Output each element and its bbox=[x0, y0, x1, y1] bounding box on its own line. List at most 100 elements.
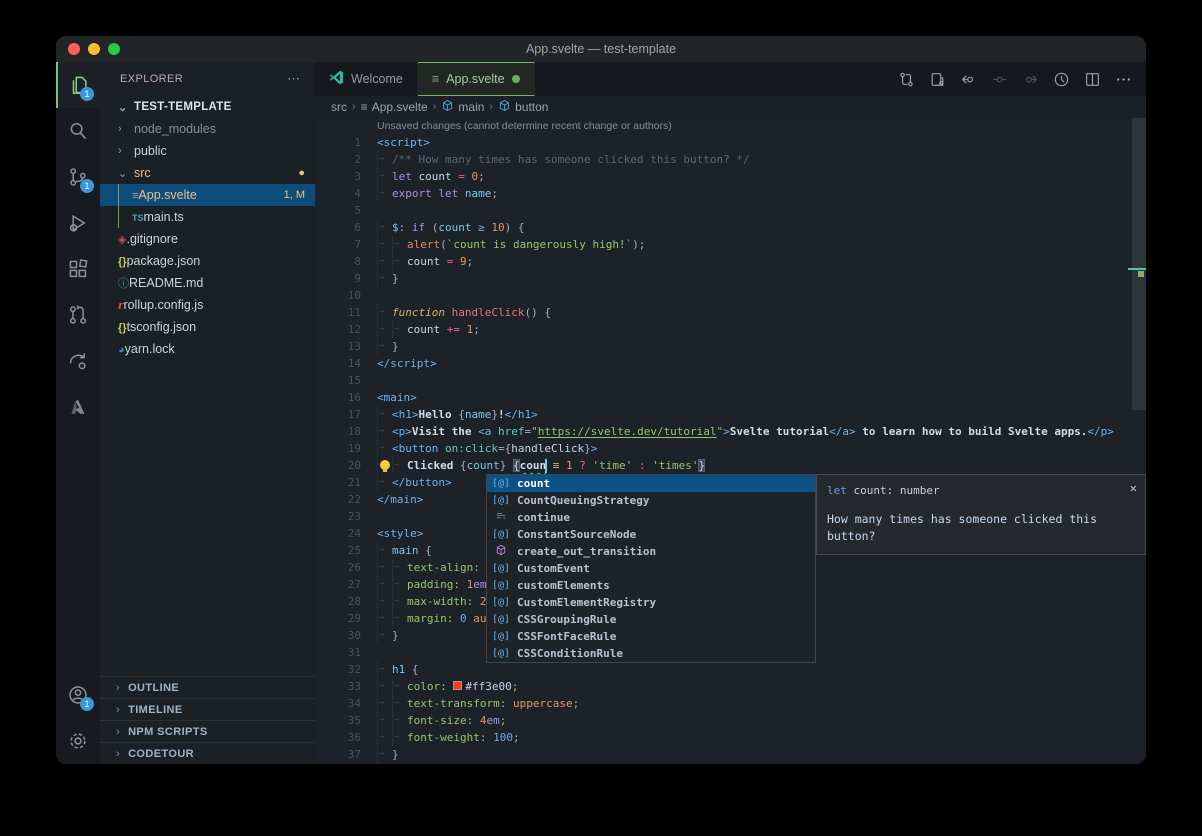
run-debug-icon[interactable] bbox=[56, 200, 100, 246]
code-line-10[interactable]: 10 bbox=[315, 287, 1146, 304]
editor-scrollbar[interactable] bbox=[1132, 118, 1146, 410]
token: Clicked bbox=[407, 459, 460, 472]
token: ; bbox=[478, 170, 485, 183]
code-line-7[interactable]: 7→→alert(`count is dangerously high!`); bbox=[315, 236, 1146, 253]
suggestion-customelements[interactable]: [@]customElements bbox=[487, 577, 815, 594]
source-control-icon[interactable]: 1 bbox=[56, 154, 100, 200]
suggestion-constantsourcenode[interactable]: [@]ConstantSourceNode bbox=[487, 526, 815, 543]
live-share-icon[interactable] bbox=[56, 338, 100, 384]
account-icon[interactable]: 1 bbox=[56, 672, 100, 718]
timeline-icon[interactable] bbox=[1050, 68, 1072, 90]
activity-badge: 1 bbox=[80, 87, 94, 101]
close-icon[interactable]: ✕ bbox=[1130, 480, 1137, 497]
title-bar[interactable]: App.svelte — test-template bbox=[56, 36, 1146, 62]
settings-icon[interactable] bbox=[56, 718, 100, 764]
codelens-annotation[interactable]: Unsaved changes (cannot determine recent… bbox=[315, 118, 1146, 134]
code-line-18[interactable]: 18→<p>Visit the <a href="https://svelte.… bbox=[315, 423, 1146, 440]
pull-requests-icon[interactable] bbox=[56, 292, 100, 338]
token: ; bbox=[512, 680, 519, 693]
code-line-15[interactable]: 15 bbox=[315, 372, 1146, 389]
code-line-3[interactable]: 3→let count = 0; bbox=[315, 168, 1146, 185]
code-line-36[interactable]: 36→→font-weight: 100; bbox=[315, 729, 1146, 746]
code-line-33[interactable]: 33→→color: #ff3e00; bbox=[315, 678, 1146, 695]
more-actions-icon[interactable] bbox=[1112, 68, 1134, 90]
tree-item--gitignore[interactable]: ◈.gitignore bbox=[100, 228, 315, 250]
extensions-icon[interactable] bbox=[56, 246, 100, 292]
tree-item-app-svelte[interactable]: ≡App.svelte1, M bbox=[100, 184, 315, 206]
line-number: 19 bbox=[315, 440, 361, 457]
breadcrumb[interactable]: src›≡App.svelte›main›button bbox=[315, 96, 1146, 118]
suggestion-continue[interactable]: continue bbox=[487, 509, 815, 526]
tab-welcome[interactable]: Welcome bbox=[315, 62, 418, 96]
code-line-8[interactable]: 8→→count = 9; bbox=[315, 253, 1146, 270]
tree-item-src[interactable]: ⌄src● bbox=[100, 162, 315, 184]
code-line-37[interactable]: 37→} bbox=[315, 746, 1146, 763]
lightbulb-quickfix-icon[interactable] bbox=[380, 460, 390, 470]
code-line-1[interactable]: 1<script> bbox=[315, 134, 1146, 151]
code-line-20[interactable]: 20→→Clicked {count} {coun ≡ 1 ? 'time' :… bbox=[315, 457, 1146, 474]
code-line-2[interactable]: 2→/** How many times has someone clicked… bbox=[315, 151, 1146, 168]
explorer-icon[interactable]: 1 bbox=[56, 62, 100, 108]
tree-item-package-json[interactable]: {}package.json bbox=[100, 250, 315, 272]
indent-guide: → bbox=[377, 440, 392, 457]
sidebar-panel-codetour[interactable]: ›CODETOUR bbox=[100, 742, 315, 764]
indent-guide: → bbox=[377, 576, 392, 593]
breadcrumb-item-src[interactable]: src bbox=[331, 100, 347, 114]
suggestion-customevent[interactable]: [@]CustomEvent bbox=[487, 560, 815, 577]
split-editor-icon[interactable] bbox=[1081, 68, 1103, 90]
suggest-description: How many times has someone clicked this … bbox=[827, 511, 1135, 545]
breadcrumb-item-app-svelte[interactable]: ≡App.svelte bbox=[361, 100, 428, 114]
indent-guide: → bbox=[377, 661, 392, 678]
tree-item-node-modules[interactable]: ›node_modules bbox=[100, 118, 315, 140]
code-line-17[interactable]: 17→<h1>Hello {name}!</h1> bbox=[315, 406, 1146, 423]
code-line-16[interactable]: 16<main> bbox=[315, 389, 1146, 406]
git-status-badge: 1, M bbox=[284, 189, 305, 201]
tree-item-public[interactable]: ›public bbox=[100, 140, 315, 162]
source-control-compare-icon[interactable] bbox=[895, 68, 917, 90]
tree-item-yarn-lock[interactable]: ◕yarn.lock bbox=[100, 338, 315, 360]
indent-guide: → bbox=[392, 236, 407, 253]
code-line-4[interactable]: 4→export let name; bbox=[315, 185, 1146, 202]
sidebar-panel-timeline[interactable]: ›TIMELINE bbox=[100, 698, 315, 720]
suggestion-customelementregistry[interactable]: [@]CustomElementRegistry bbox=[487, 594, 815, 611]
explorer-more-actions-icon[interactable]: ⋯ bbox=[287, 71, 301, 87]
code-line-34[interactable]: 34→→text-transform: uppercase; bbox=[315, 695, 1146, 712]
previous-change-icon[interactable] bbox=[957, 68, 979, 90]
suggestion-countqueuingstrategy[interactable]: [@]CountQueuingStrategy bbox=[487, 492, 815, 509]
sidebar-panel-outline[interactable]: ›OUTLINE bbox=[100, 676, 315, 698]
code-line-19[interactable]: 19→<button on:click={handleClick}> bbox=[315, 440, 1146, 457]
code-line-9[interactable]: 9→} bbox=[315, 270, 1146, 287]
tree-root-folder[interactable]: ⌄TEST-TEMPLATE bbox=[100, 96, 315, 118]
suggestion-cssgroupingrule[interactable]: [@]CSSGroupingRule bbox=[487, 611, 815, 628]
code-line-6[interactable]: 6→$: if (count ≥ 10) { bbox=[315, 219, 1146, 236]
code-line-12[interactable]: 12→→count += 1; bbox=[315, 321, 1146, 338]
suggestion-cssfontfacerule[interactable]: [@]CSSFontFaceRule bbox=[487, 628, 815, 645]
tree-item-rollup-config-js[interactable]: 𝙧rollup.config.js bbox=[100, 294, 315, 316]
azure-icon[interactable] bbox=[56, 384, 100, 430]
color-swatch[interactable] bbox=[453, 681, 462, 690]
breadcrumb-item-main[interactable]: main bbox=[441, 99, 484, 115]
code-line-13[interactable]: 13→} bbox=[315, 338, 1146, 355]
code-line-32[interactable]: 32→h1 { bbox=[315, 661, 1146, 678]
breadcrumb-item-button[interactable]: button bbox=[498, 99, 548, 115]
suggestion-count[interactable]: [@]count bbox=[487, 475, 815, 492]
indent-guide: → bbox=[392, 678, 407, 695]
code-line-14[interactable]: 14</script> bbox=[315, 355, 1146, 372]
tree-item-readme-md[interactable]: ⓘREADME.md bbox=[100, 272, 315, 294]
code-editor[interactable]: Unsaved changes (cannot determine recent… bbox=[315, 118, 1146, 764]
code-line-35[interactable]: 35→→font-size: 4em; bbox=[315, 712, 1146, 729]
suggestion-cssconditionrule[interactable]: [@]CSSConditionRule bbox=[487, 645, 815, 662]
open-changes-icon[interactable] bbox=[926, 68, 948, 90]
modified-dot-icon[interactable] bbox=[512, 75, 520, 83]
sidebar-panel-npm-scripts[interactable]: ›NPM SCRIPTS bbox=[100, 720, 315, 742]
tree-item-tsconfig-json[interactable]: {}tsconfig.json bbox=[100, 316, 315, 338]
tab-app-svelte[interactable]: ≡App.svelte bbox=[418, 62, 535, 96]
search-icon[interactable] bbox=[56, 108, 100, 154]
suggestion-create_out_transition[interactable]: create_out_transition bbox=[487, 543, 815, 560]
tree-item-main-ts[interactable]: TSmain.ts bbox=[100, 206, 315, 228]
code-line-5[interactable]: 5 bbox=[315, 202, 1146, 219]
symbol-variable-icon: [@] bbox=[491, 577, 511, 594]
token: alert bbox=[407, 238, 440, 251]
code-line-11[interactable]: 11→function handleClick() { bbox=[315, 304, 1146, 321]
chevron-right-icon: › bbox=[118, 123, 134, 135]
